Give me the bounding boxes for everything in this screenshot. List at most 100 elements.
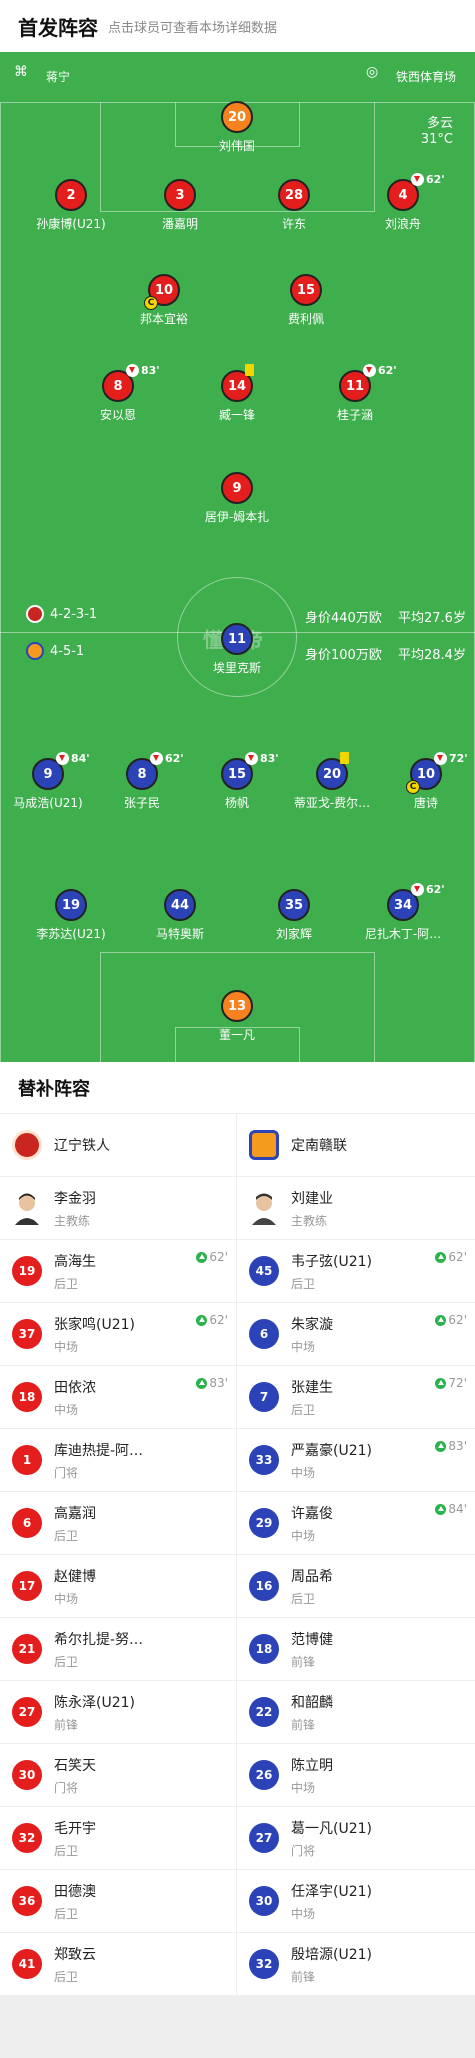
bench-player-number: 21: [12, 1634, 42, 1664]
player-number: 14: [227, 378, 247, 394]
bench-player-row[interactable]: 45 韦子弦(U21) 后卫 62': [237, 1240, 475, 1303]
away-player[interactable]: 19 李苏达(U21): [11, 889, 131, 942]
bench-player-row[interactable]: 32 殷培源(U21) 前锋: [237, 1933, 475, 1996]
bench-player-row[interactable]: 18 范博健 前锋: [237, 1618, 475, 1681]
bench-player-row[interactable]: 7 张建生 后卫 72': [237, 1366, 475, 1429]
bench-player-row[interactable]: 22 和韶麟 前锋: [237, 1681, 475, 1744]
home-coach-row[interactable]: 李金羽 主教练: [0, 1177, 236, 1240]
bench-player-row[interactable]: 1 库迪热提-阿… 门将: [0, 1429, 236, 1492]
bench-player-row[interactable]: 18 田依浓 中场 83': [0, 1366, 236, 1429]
away-bench-column: 定南赣联 刘建业 主教练 45 韦子弦(U21) 后卫 62' 6 朱家漩 中场 62' 7 张建生…: [237, 1114, 475, 1996]
captain-badge: C: [144, 296, 158, 310]
bench-player-row[interactable]: 16 周品希 后卫: [237, 1555, 475, 1618]
player-number: 34: [393, 897, 413, 913]
bench-player-number: 29: [249, 1508, 279, 1538]
bench-player-info: 和韶麟 前锋: [291, 1692, 463, 1733]
bench-player-row[interactable]: 30 任泽宇(U21) 中场: [237, 1870, 475, 1933]
bench-player-name: 葛一凡(U21): [291, 1820, 372, 1837]
bench-player-number: 27: [249, 1823, 279, 1853]
home-player[interactable]: 4 62' 刘浪舟: [343, 173, 463, 232]
bench-player-row[interactable]: 26 陈立明 中场: [237, 1744, 475, 1807]
player-number-badge: 28: [278, 179, 310, 211]
player-number-badge: 3: [164, 179, 196, 211]
away-player[interactable]: 11 埃里克斯: [177, 623, 297, 676]
bench-player-position: 后卫: [54, 1276, 79, 1291]
bench-player-info: 范博健 前锋: [291, 1629, 463, 1670]
bench-player-position: 后卫: [291, 1402, 316, 1417]
away-player[interactable]: 44 马特奥斯: [120, 889, 240, 942]
player-number: 9: [43, 766, 53, 782]
bench-player-row[interactable]: 30 石笑天 门将: [0, 1744, 236, 1807]
player-number-badge: 14: [221, 364, 254, 402]
home-player[interactable]: 9 居伊-姆本扎: [177, 472, 297, 525]
home-player[interactable]: 14 臧一锋: [177, 364, 297, 423]
home-player[interactable]: 15 费利佩: [246, 274, 366, 327]
away-team-row[interactable]: 定南赣联: [237, 1114, 475, 1177]
home-team-row[interactable]: 辽宁铁人: [0, 1114, 236, 1177]
away-player[interactable]: 10 72' C 唐诗: [366, 752, 475, 811]
bench-player-row[interactable]: 6 朱家漩 中场 62': [237, 1303, 475, 1366]
away-player[interactable]: 34 62' 尼扎木丁-阿…: [343, 883, 463, 942]
away-player[interactable]: 13 董一凡: [177, 990, 297, 1043]
home-player[interactable]: 28 许东: [234, 179, 354, 232]
temperature-text: 31°C: [420, 132, 453, 147]
bench-player-position: 中场: [291, 1465, 316, 1480]
sub-on-icon: [196, 1251, 208, 1263]
home-player[interactable]: 3 潘嘉明: [120, 179, 240, 232]
player-number: 2: [66, 187, 76, 203]
sub-on-indicator: 83': [435, 1439, 467, 1453]
bench-player-position: 中场: [54, 1402, 79, 1417]
sub-off-icon: [411, 883, 424, 896]
player-name: 埃里克斯: [212, 661, 261, 675]
bench-player-row[interactable]: 29 许嘉俊 中场 84': [237, 1492, 475, 1555]
sub-on-minute: 83': [209, 1376, 228, 1390]
home-formation: 4-2-3-1: [50, 607, 98, 622]
bench-player-number: 30: [12, 1760, 42, 1790]
bench-player-name: 陈立明: [291, 1757, 333, 1774]
bench-player-name: 希尔扎提-努…: [54, 1631, 144, 1648]
bench-player-row[interactable]: 32 毛开宇 后卫: [0, 1807, 236, 1870]
bench-player-name: 库迪热提-阿…: [54, 1442, 144, 1459]
bench-player-row[interactable]: 27 陈永泽(U21) 前锋: [0, 1681, 236, 1744]
home-coach-name: 李金羽: [54, 1190, 96, 1207]
bench-player-info: 葛一凡(U21) 门将: [291, 1818, 463, 1859]
home-player[interactable]: 2 孙康博(U21): [11, 179, 131, 232]
bench-player-row[interactable]: 33 严嘉豪(U21) 中场 83': [237, 1429, 475, 1492]
sub-off-icon: [434, 752, 447, 765]
player-number: 15: [296, 282, 316, 298]
home-value: 身价440万欧: [305, 611, 382, 626]
bench-player-number: 18: [249, 1634, 279, 1664]
home-player[interactable]: 8 83' 安以恩: [58, 364, 178, 423]
bench-player-number: 26: [249, 1760, 279, 1790]
bench-player-row[interactable]: 36 田德澳 后卫: [0, 1870, 236, 1933]
bench-player-row[interactable]: 21 希尔扎提-努… 后卫: [0, 1618, 236, 1681]
player-name: 居伊-姆本扎: [204, 510, 270, 524]
bench-player-row[interactable]: 27 葛一凡(U21) 门将: [237, 1807, 475, 1870]
home-player[interactable]: 20 刘伟国: [177, 101, 297, 154]
home-player[interactable]: 11 62' 桂子涵: [295, 364, 415, 423]
bench-player-row[interactable]: 41 郑致云 后卫: [0, 1933, 236, 1996]
bench-player-number: 6: [249, 1319, 279, 1349]
home-player[interactable]: 10 C 邦本宜裕: [104, 274, 224, 327]
bench-player-row[interactable]: 6 高嘉润 后卫: [0, 1492, 236, 1555]
player-name: 臧一锋: [218, 408, 255, 422]
home-team-icon: [26, 605, 44, 623]
bench-player-position: 后卫: [54, 1969, 79, 1984]
player-number-badge: 4 62': [387, 173, 445, 211]
away-avg-age: 平均28.4岁: [398, 648, 466, 663]
player-name: 刘浪舟: [384, 217, 421, 231]
away-player[interactable]: 35 刘家辉: [234, 889, 354, 942]
bench-player-row[interactable]: 19 高海生 后卫 62': [0, 1240, 236, 1303]
player-number-badge: 11 62': [339, 364, 397, 402]
away-coach-row[interactable]: 刘建业 主教练: [237, 1177, 475, 1240]
player-number-badge: 19: [55, 889, 87, 921]
bench-player-row[interactable]: 17 赵健博 中场: [0, 1555, 236, 1618]
player-number-badge: 35: [278, 889, 310, 921]
bench-player-row[interactable]: 37 张家鸣(U21) 中场 62': [0, 1303, 236, 1366]
player-number: 8: [113, 378, 123, 394]
bench-player-position: 门将: [54, 1465, 79, 1480]
sub-on-icon: [196, 1377, 208, 1389]
player-number: 20: [227, 109, 247, 125]
player-number-badge: 20: [221, 101, 253, 133]
sub-off-indicator: 62': [411, 883, 445, 896]
